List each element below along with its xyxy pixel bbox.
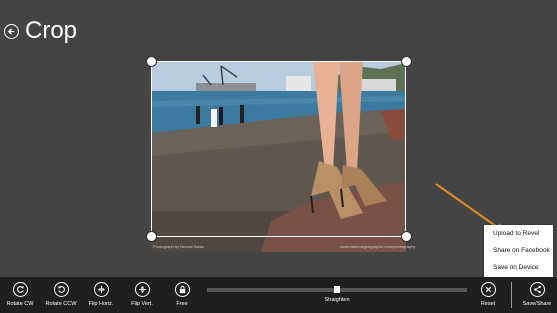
menu-item-share-on-facebook[interactable]: Share on Facebook <box>484 242 553 259</box>
flip-vertical-label: Flip Vert. <box>131 301 153 307</box>
reset-button[interactable]: Reset <box>468 282 508 307</box>
rotate-ccw-label: Rotate CCW <box>45 301 77 307</box>
photo-credit-right: www.nationalgeographic.com/photography <box>340 244 416 249</box>
crop-handle-bottom-right[interactable] <box>401 231 412 242</box>
crop-handle-bottom-left[interactable] <box>146 231 157 242</box>
app-bar-divider <box>511 282 512 308</box>
lock-icon <box>174 282 190 297</box>
share-icon <box>529 282 545 297</box>
menu-item-upload-to-revel[interactable]: Upload to Revel <box>484 225 553 242</box>
rotate-cw-label: Rotate CW <box>6 301 34 307</box>
share-menu: Upload to Revel Share on Facebook Save o… <box>484 225 553 277</box>
flip-vertical-icon <box>134 282 150 297</box>
photo-canvas[interactable] <box>151 61 406 252</box>
rotate-ccw-icon <box>53 282 69 297</box>
straighten-slider-thumb[interactable] <box>334 286 340 293</box>
flip-horizontal-icon <box>93 282 109 297</box>
flip-horizontal-label: Flip Horiz. <box>88 301 114 307</box>
save-share-label: Save/Share <box>522 301 552 307</box>
free-aspect-label: Free <box>176 301 188 307</box>
close-icon <box>480 282 496 297</box>
menu-item-save-on-device[interactable]: Save on Device <box>484 259 553 276</box>
back-button[interactable] <box>4 23 19 39</box>
back-arrow-icon <box>7 27 15 35</box>
crop-handle-top-right[interactable] <box>401 56 412 67</box>
rotate-cw-button[interactable]: Rotate CW <box>0 282 40 307</box>
header: Crop <box>4 16 77 46</box>
flip-horizontal-button[interactable]: Flip Horiz. <box>81 282 121 307</box>
rotate-cw-icon <box>12 282 28 297</box>
flip-vertical-button[interactable]: Flip Vert. <box>122 282 162 307</box>
crop-handle-top-left[interactable] <box>146 56 157 67</box>
straighten-label: Straighten <box>324 297 350 303</box>
photo-credit-left: Photograph by Nevzat Sarac <box>153 244 205 249</box>
reset-label: Reset <box>480 301 496 307</box>
save-share-button[interactable]: Save/Share <box>517 282 557 307</box>
free-aspect-button[interactable]: Free <box>162 282 202 307</box>
page-title: Crop <box>25 17 78 44</box>
rotate-ccw-button[interactable]: Rotate CCW <box>41 282 81 307</box>
